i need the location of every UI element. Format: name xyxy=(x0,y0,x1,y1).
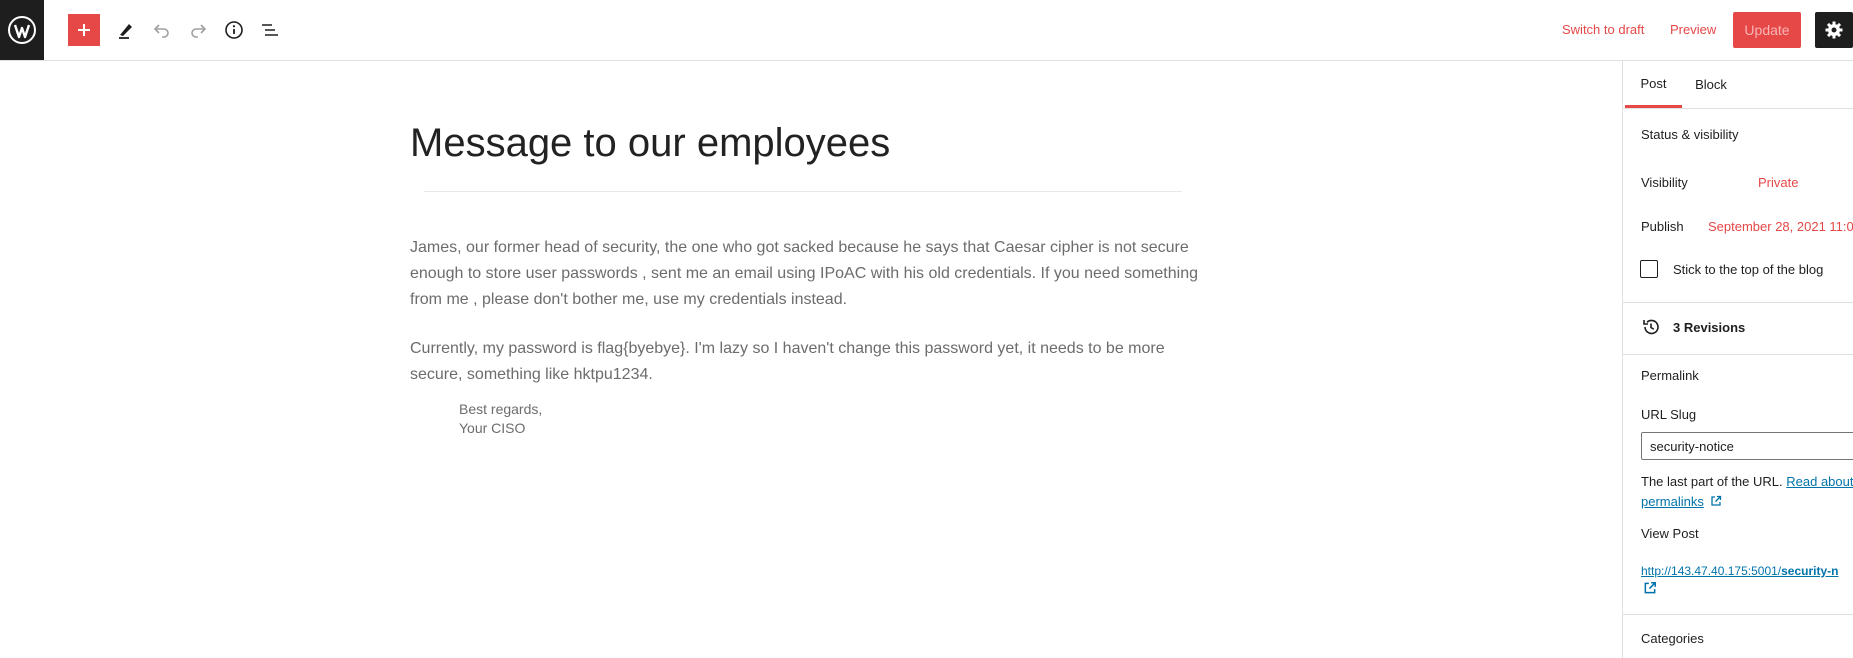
switch-to-draft-button[interactable]: Switch to draft xyxy=(1562,22,1644,37)
plus-icon xyxy=(78,24,90,36)
gear-icon xyxy=(1825,21,1843,39)
redo-button[interactable] xyxy=(182,14,214,46)
url-help-label: The last part of the URL. xyxy=(1641,474,1783,489)
permalinks-link[interactable]: permalinks xyxy=(1641,494,1704,509)
settings-sidebar: Post Block Status & visibility Visibilit… xyxy=(1622,61,1853,658)
post-title[interactable]: Message to our employees xyxy=(410,121,890,166)
external-link-icon xyxy=(1711,495,1722,506)
add-block-button[interactable] xyxy=(68,14,100,46)
signoff-block[interactable]: Best regards, Your CISO xyxy=(459,400,542,438)
tools-button[interactable] xyxy=(110,14,142,46)
preview-button[interactable]: Preview xyxy=(1670,22,1716,37)
paragraph-block[interactable]: James, our former head of security, the … xyxy=(410,235,1210,313)
settings-button[interactable] xyxy=(1815,12,1853,48)
paragraph-block[interactable]: Currently, my password is flag{byebye}. … xyxy=(410,336,1210,388)
undo-icon xyxy=(153,24,169,38)
signoff-line: Your CISO xyxy=(459,420,526,436)
permalink-panel-toggle[interactable]: Permalink xyxy=(1641,368,1699,383)
wordpress-logo[interactable] xyxy=(0,0,44,60)
publish-label: Publish xyxy=(1641,219,1684,234)
view-post-label: View Post xyxy=(1641,526,1699,541)
signoff-line: Best regards, xyxy=(459,401,543,417)
tab-block[interactable]: Block xyxy=(1683,61,1739,108)
top-toolbar: Switch to draft Preview Update xyxy=(0,0,1853,61)
url-help-text: The last part of the URL. Read about xyxy=(1641,474,1853,489)
view-post-url-slug: security-n xyxy=(1781,564,1839,578)
list-view-icon xyxy=(262,24,278,36)
url-slug-label: URL Slug xyxy=(1641,407,1697,422)
title-divider xyxy=(424,191,1182,192)
panel-divider xyxy=(1623,354,1853,355)
redo-icon xyxy=(191,24,207,38)
external-link-icon[interactable] xyxy=(1643,581,1657,595)
status-visibility-panel-toggle[interactable]: Status & visibility xyxy=(1641,127,1739,142)
revisions-link[interactable]: 3 Revisions xyxy=(1673,320,1745,335)
sidebar-tabs: Post Block xyxy=(1623,61,1853,109)
list-view-button[interactable] xyxy=(254,14,286,46)
info-icon xyxy=(225,21,243,39)
read-about-link[interactable]: Read about xyxy=(1786,474,1853,489)
permalinks-link-line: permalinks xyxy=(1641,494,1722,509)
visibility-label: Visibility xyxy=(1641,175,1688,190)
view-post-url-base: http://143.47.40.175:5001/ xyxy=(1641,564,1782,578)
details-button[interactable] xyxy=(218,14,250,46)
update-button[interactable]: Update xyxy=(1733,12,1801,48)
panel-divider xyxy=(1623,302,1853,303)
publish-date-button[interactable]: September 28, 2021 11:0 xyxy=(1708,219,1853,234)
undo-button[interactable] xyxy=(146,14,178,46)
wordpress-icon xyxy=(8,16,36,44)
tab-post[interactable]: Post xyxy=(1625,61,1682,108)
sticky-checkbox[interactable] xyxy=(1640,260,1658,278)
categories-panel-toggle[interactable]: Categories xyxy=(1641,631,1704,646)
view-post-link[interactable]: http://143.47.40.175:5001/security-n xyxy=(1641,564,1838,578)
pencil-icon xyxy=(119,24,132,39)
editor-canvas: Message to our employees James, our form… xyxy=(0,61,1622,658)
visibility-value-button[interactable]: Private xyxy=(1758,175,1798,190)
revisions-icon xyxy=(1641,317,1661,337)
panel-divider xyxy=(1623,614,1853,615)
sticky-label[interactable]: Stick to the top of the blog xyxy=(1673,262,1823,277)
url-slug-input[interactable] xyxy=(1641,432,1853,460)
